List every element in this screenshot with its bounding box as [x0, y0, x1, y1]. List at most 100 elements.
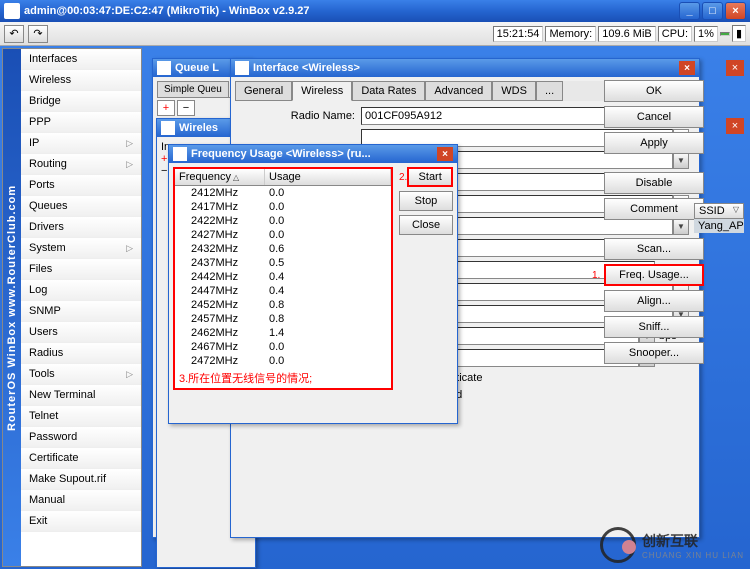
status-cpu: 1% — [694, 26, 718, 42]
sidebar: RouterOS WinBox www.RouterClub.com Inter… — [2, 48, 142, 567]
watermark: 创新互联 CHUANG XIN HU LIAN — [600, 527, 744, 563]
chevron-right-icon: ▷ — [126, 369, 133, 380]
freq-col-frequency[interactable]: Frequency △ — [175, 169, 265, 185]
sidebar-brand[interactable]: RouterOS WinBox www.RouterClub.com — [3, 49, 21, 566]
maximize-button[interactable]: □ — [702, 2, 723, 20]
sidebar-item-password[interactable]: Password — [21, 427, 141, 448]
ssid-list-fragment: SSID▽ Yang_AP — [694, 203, 744, 233]
sidebar-item-manual[interactable]: Manual — [21, 490, 141, 511]
freq-title: Frequency Usage <Wireless> (ru... — [191, 148, 437, 160]
ssid-row[interactable]: Yang_AP — [694, 219, 744, 233]
freq-row[interactable]: 2452MHz0.8 — [175, 298, 391, 312]
button-ok[interactable]: OK — [604, 80, 704, 102]
tab-wds[interactable]: WDS — [492, 81, 536, 101]
right-button-panel: OKCancelApplyDisableCommentScan...1.Freq… — [604, 80, 704, 364]
freq-row[interactable]: 2457MHz0.8 — [175, 312, 391, 326]
status-lock-icon: ▮ — [732, 25, 746, 42]
status-cpu-label: CPU: — [658, 26, 692, 42]
sidebar-item-bridge[interactable]: Bridge — [21, 91, 141, 112]
sidebar-item-new-terminal[interactable]: New Terminal — [21, 385, 141, 406]
sidebar-item-users[interactable]: Users — [21, 322, 141, 343]
freq-row[interactable]: 2422MHz0.0 — [175, 214, 391, 228]
status-bar: 15:21:54 Memory: 109.6 MiB CPU: 1% ▮ — [493, 25, 746, 42]
freq-col-usage[interactable]: Usage — [265, 169, 391, 185]
freq-row[interactable]: 2432MHz0.6 — [175, 242, 391, 256]
freq-row[interactable]: 2437MHz0.5 — [175, 256, 391, 270]
interface-title: Interface <Wireless> — [253, 62, 679, 74]
freq-row[interactable]: 2462MHz1.4 — [175, 326, 391, 340]
sidebar-item-interfaces[interactable]: Interfaces — [21, 49, 141, 70]
undo-button[interactable]: ↶ — [4, 25, 24, 43]
close-button[interactable]: × — [725, 2, 746, 20]
button-cancel[interactable]: Cancel — [604, 106, 704, 128]
freq-table: Frequency △ Usage 2412MHz0.02417MHz0.024… — [173, 167, 393, 390]
status-mem-label: Memory: — [545, 26, 596, 42]
button-comment[interactable]: Comment — [604, 198, 704, 220]
button-apply[interactable]: Apply — [604, 132, 704, 154]
queue-add-button[interactable]: + — [157, 100, 175, 116]
start-prefix: 2. — [399, 172, 407, 183]
sidebar-item-snmp[interactable]: SNMP — [21, 301, 141, 322]
content-area: Queue L Simple Queu + − 0 B queued Wirel… — [144, 48, 748, 567]
freq-stop-button[interactable]: Stop — [399, 191, 453, 211]
sidebar-item-exit[interactable]: Exit — [21, 511, 141, 532]
tab-general[interactable]: General — [235, 81, 292, 101]
app-icon — [4, 3, 20, 19]
sidebar-item-routing[interactable]: Routing▷ — [21, 154, 141, 175]
button-freq.-usage[interactable]: Freq. Usage... — [604, 264, 704, 286]
queue-remove-button[interactable]: − — [177, 100, 195, 116]
sidebar-item-drivers[interactable]: Drivers — [21, 217, 141, 238]
sidebar-item-ip[interactable]: IP▷ — [21, 133, 141, 154]
button-align[interactable]: Align... — [604, 290, 704, 312]
sidebar-item-telnet[interactable]: Telnet — [21, 406, 141, 427]
app-title: admin@00:03:47:DE:C2:47 (MikroTik) - Win… — [24, 5, 679, 17]
chevron-right-icon: ▷ — [126, 159, 133, 170]
freq-close-button-2[interactable]: Close — [399, 215, 453, 235]
app-titlebar: admin@00:03:47:DE:C2:47 (MikroTik) - Win… — [0, 0, 750, 22]
tab-wireless[interactable]: Wireless — [292, 81, 352, 101]
sidebar-item-system[interactable]: System▷ — [21, 238, 141, 259]
radio-name-label: Radio Name: — [241, 110, 361, 122]
freq-row[interactable]: 2417MHz0.0 — [175, 200, 391, 214]
tab-moremoremore[interactable]: ... — [536, 81, 563, 101]
watermark-text-1: 创新互联 — [642, 531, 744, 551]
freq-row[interactable]: 2442MHz0.4 — [175, 270, 391, 284]
sidebar-item-radius[interactable]: Radius — [21, 343, 141, 364]
tab-advanced[interactable]: Advanced — [425, 81, 492, 101]
button-sniff[interactable]: Sniff... — [604, 316, 704, 338]
sidebar-item-make-supoutrif[interactable]: Make Supout.rif — [21, 469, 141, 490]
status-mem: 109.6 MiB — [598, 26, 656, 42]
outer-close-2[interactable]: × — [726, 118, 744, 134]
sidebar-item-log[interactable]: Log — [21, 280, 141, 301]
sidebar-item-queues[interactable]: Queues — [21, 196, 141, 217]
sort-icon: △ — [233, 173, 239, 182]
freq-row[interactable]: 2467MHz0.0 — [175, 340, 391, 354]
interface-icon — [235, 61, 249, 75]
freq-usage-prefix: 1. — [592, 270, 600, 281]
ssid-header[interactable]: SSID▽ — [694, 203, 744, 219]
button-scan[interactable]: Scan... — [604, 238, 704, 260]
redo-button[interactable]: ↷ — [28, 25, 48, 43]
sidebar-item-files[interactable]: Files — [21, 259, 141, 280]
minimize-button[interactable]: _ — [679, 2, 700, 20]
sidebar-item-tools[interactable]: Tools▷ — [21, 364, 141, 385]
sidebar-item-ports[interactable]: Ports — [21, 175, 141, 196]
interface-close-button[interactable]: × — [679, 61, 695, 75]
freq-row[interactable]: 2447MHz0.4 — [175, 284, 391, 298]
button-disable[interactable]: Disable — [604, 172, 704, 194]
queue-icon — [157, 61, 171, 75]
freq-close-button[interactable]: × — [437, 147, 453, 161]
sidebar-item-wireless[interactable]: Wireless — [21, 70, 141, 91]
freq-annotation: 3.所在位置无线信号的情况; — [175, 368, 391, 388]
outer-close-1[interactable]: × — [726, 60, 744, 76]
freq-start-button[interactable]: Start — [407, 167, 453, 187]
freq-row[interactable]: 2427MHz0.0 — [175, 228, 391, 242]
freq-row[interactable]: 2472MHz0.0 — [175, 354, 391, 368]
sidebar-item-ppp[interactable]: PPP — [21, 112, 141, 133]
sidebar-item-certificate[interactable]: Certificate — [21, 448, 141, 469]
tab-simple-queues[interactable]: Simple Queu — [157, 81, 229, 97]
freq-row[interactable]: 2412MHz0.0 — [175, 186, 391, 200]
wireless-list-icon — [161, 121, 175, 135]
button-snooper[interactable]: Snooper... — [604, 342, 704, 364]
tab-data-rates[interactable]: Data Rates — [352, 81, 425, 101]
